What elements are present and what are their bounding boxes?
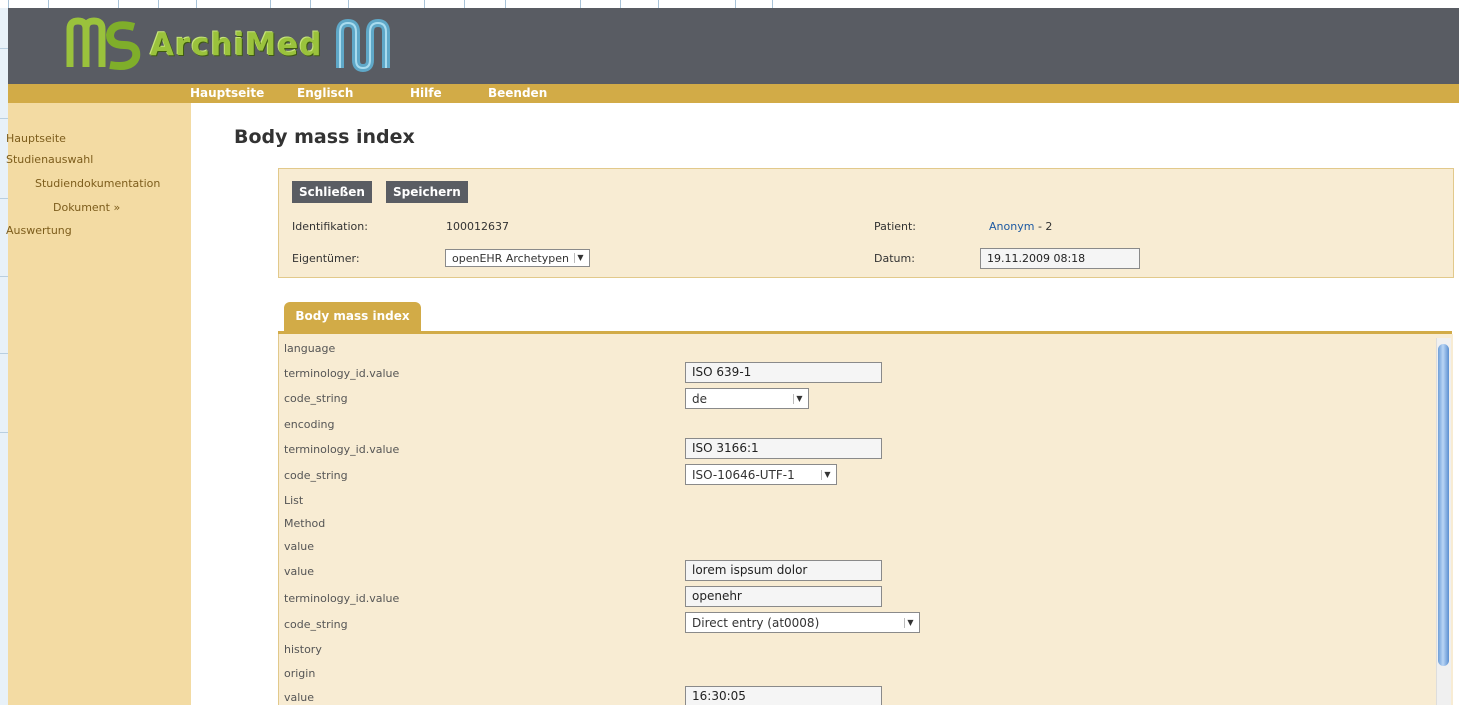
patient-link[interactable]: Anonym [989,220,1034,233]
row-label-encoding: encoding [284,418,335,431]
save-button[interactable]: Speichern [386,181,468,203]
language-code-select-value: de [692,392,707,406]
sidebar: Hauptseite Studienauswahl Studiendokumen… [6,103,191,705]
m-logo-icon [334,18,392,73]
encoding-terminology-input[interactable]: ISO 3166:1 [685,438,882,459]
form-scrollbar[interactable] [1436,338,1451,705]
archetype-form: language terminology_id.value ISO 639-1 … [278,334,1453,705]
top-nav: Hauptseite Englisch Hilfe Beenden [8,84,1459,103]
row-label-terminology-id: terminology_id.value [284,367,400,380]
row-label-value: value [284,691,315,704]
language-code-select[interactable]: de ▼ [685,388,809,409]
date-field[interactable]: 19.11.2009 08:18 [980,248,1140,269]
sidebar-item-auswertung[interactable]: Auswertung [6,224,72,237]
language-terminology-input[interactable]: ISO 639-1 [685,362,882,383]
owner-select-value: openEHR Archetypen [452,252,569,265]
row-label-language: language [284,342,336,355]
sidebar-item-hauptseite[interactable]: Hauptseite [6,132,66,145]
app-logo[interactable]: ArchiMed [66,14,392,76]
page-title: Body mass index [234,126,415,148]
row-label-terminology-id: terminology_id.value [284,443,400,456]
row-label-origin: origin [284,667,316,680]
encoding-code-select[interactable]: ISO-10646-UTF-1 ▼ [685,464,837,485]
method-value-input[interactable]: lorem ispsum dolor [685,560,882,581]
sidebar-item-studienauswahl[interactable]: Studienauswahl [6,153,93,166]
identification-label: Identifikation: [292,220,368,233]
owner-select[interactable]: openEHR Archetypen ▼ [445,249,590,267]
sidebar-item-studiendokumentation[interactable]: Studiendokumentation [35,177,160,190]
identification-value: 100012637 [446,220,509,233]
method-terminology-input[interactable]: openehr [685,586,882,607]
document-header-panel: Schließen Speichern Identifikation: 1000… [278,168,1454,278]
chevron-down-icon: ▼ [793,394,805,404]
nav-beenden[interactable]: Beenden [488,86,547,100]
date-label: Datum: [874,252,915,265]
row-label-list: List [284,494,304,507]
ms-logo-icon [66,17,144,73]
patient-label: Patient: [874,220,917,233]
row-label-history: history [284,643,322,656]
row-label-value: value [284,565,315,578]
scrollbar-thumb[interactable] [1438,344,1449,666]
row-label-terminology-id: terminology_id.value [284,592,400,605]
encoding-code-select-value: ISO-10646-UTF-1 [692,468,795,482]
app-title: ArchiMed [150,27,323,63]
row-label-code-string: code_string [284,392,348,405]
nav-englisch[interactable]: Englisch [297,86,353,100]
origin-value-input[interactable]: 16:30:05 [685,686,882,705]
nav-hauptseite[interactable]: Hauptseite [190,86,264,100]
chevron-down-icon: ▼ [574,253,586,263]
close-button[interactable]: Schließen [292,181,372,203]
method-code-select[interactable]: Direct entry (at0008) ▼ [685,612,920,633]
patient-value: Anonym - 2 [989,220,1052,233]
tab-body-mass-index[interactable]: Body mass index [284,302,421,332]
sidebar-item-dokument[interactable]: Dokument » [53,201,120,214]
row-label-code-string: code_string [284,618,348,631]
nav-hilfe[interactable]: Hilfe [410,86,442,100]
background-top [0,0,780,8]
patient-suffix: - 2 [1037,220,1053,233]
chevron-down-icon: ▼ [821,470,833,480]
app-header: ArchiMed [8,8,1459,84]
background-left [0,8,8,705]
chevron-down-icon: ▼ [904,618,916,628]
owner-label: Eigentümer: [292,252,360,265]
method-code-select-value: Direct entry (at0008) [692,616,820,630]
row-label-value: value [284,540,315,553]
row-label-method: Method [284,517,326,530]
row-label-code-string: code_string [284,469,348,482]
